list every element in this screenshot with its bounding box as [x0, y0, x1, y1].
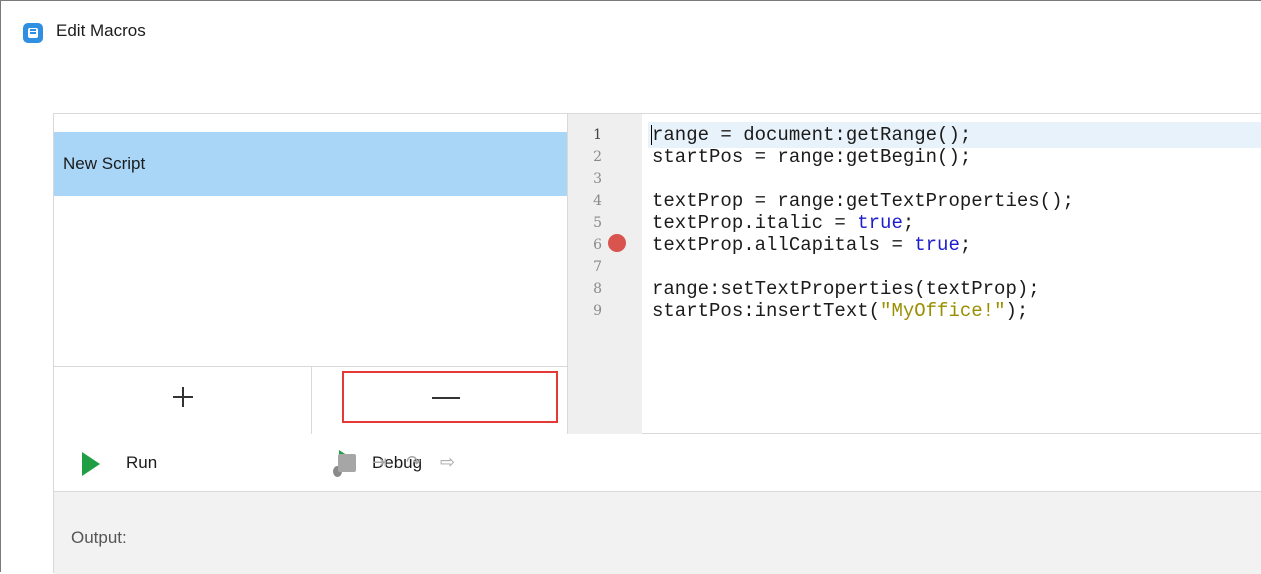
remove-script-button[interactable] [342, 371, 558, 423]
output-label: Output: [71, 528, 127, 547]
step-out-icon[interactable]: ⇨ [440, 454, 455, 472]
run-icon [82, 452, 100, 476]
step-into-icon[interactable]: ⇥ [372, 454, 387, 472]
line-number: 9 [593, 303, 602, 319]
line-number: 3 [593, 171, 602, 187]
line-number-gutter[interactable] [568, 114, 642, 434]
debug-button[interactable]: Debug [189, 434, 422, 492]
run-label: Run [126, 453, 158, 472]
code-line[interactable]: startPos:insertText("MyOffice!"); [652, 300, 1028, 322]
line-number: 8 [593, 281, 602, 297]
edit-macros-window: Edit Macros New Script 1 2 3 4 5 6 7 8 9 [0, 0, 1261, 574]
code-line[interactable]: startPos = range:getBegin(); [652, 146, 971, 168]
macro-editor-panel: New Script 1 2 3 4 5 6 7 8 9 range = doc… [53, 113, 1261, 574]
line-number: 1 [593, 127, 602, 143]
app-icon [23, 23, 43, 43]
window-title: Edit Macros [56, 21, 146, 40]
step-over-icon[interactable]: ↷ [406, 454, 421, 472]
debug-toolbar: Run Debug ⇥ ↷ ⇨ [54, 434, 1261, 492]
stop-icon[interactable] [338, 454, 356, 472]
line-number: 6 [593, 237, 602, 253]
title-bar: Edit Macros [1, 1, 1261, 61]
code-line[interactable]: textProp.italic = true; [652, 212, 914, 234]
minus-icon [432, 397, 460, 399]
code-line[interactable]: range:setTextProperties(textProp); [652, 278, 1040, 300]
line-number: 7 [593, 259, 602, 275]
plus-icon [173, 387, 193, 407]
output-panel: Output: [54, 492, 1261, 574]
script-list-buttons [54, 366, 567, 434]
line-number: 2 [593, 149, 602, 165]
line-number: 5 [593, 215, 602, 231]
code-line[interactable]: range = document:getRange(); [652, 124, 971, 146]
breakpoint-icon[interactable] [608, 234, 626, 252]
script-list-item[interactable]: New Script [54, 132, 567, 196]
code-line[interactable]: textProp.allCapitals = true; [652, 234, 971, 256]
add-script-button[interactable] [54, 367, 312, 434]
script-list: New Script [54, 114, 568, 434]
code-line[interactable]: textProp = range:getTextProperties(); [652, 190, 1074, 212]
line-number: 4 [593, 193, 602, 209]
run-button[interactable]: Run [54, 434, 184, 492]
